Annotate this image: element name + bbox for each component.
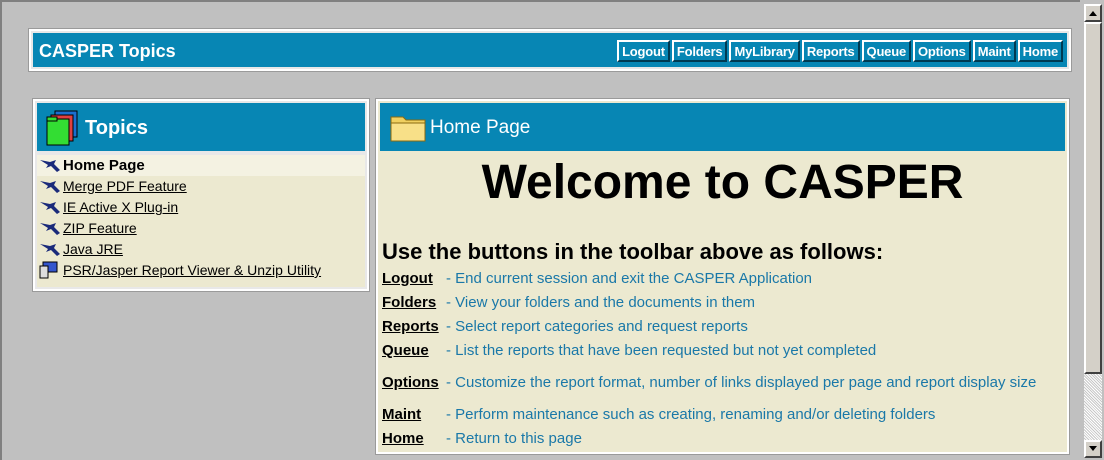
toolbar: Logout Folders MyLibrary Reports Queue O… [617, 40, 1063, 62]
help-desc: - View your folders and the documents in… [446, 293, 756, 311]
help-desc: - Return to this page [446, 429, 582, 447]
topic-label: Home Page [63, 157, 145, 174]
instructions-heading: Use the buttons in the toolbar above as … [382, 239, 884, 264]
help-desc: - List the reports that have been reques… [446, 341, 877, 359]
pushpin-icon [40, 223, 60, 235]
topic-psr-viewer[interactable]: PSR/Jasper Report Viewer & Unzip Utility [37, 260, 365, 281]
pushpin-icon [40, 202, 60, 214]
topics-panel: Topics Home Page Merge PDF Feature IE Ac… [32, 98, 370, 292]
scroll-track[interactable] [1084, 374, 1102, 440]
topic-home-page[interactable]: Home Page [37, 155, 365, 176]
options-button[interactable]: Options [913, 40, 971, 62]
folder-icon [390, 116, 426, 142]
browser-viewport: CASPER Topics Logout Folders MyLibrary R… [0, 0, 1080, 460]
topics-folders-icon [46, 110, 78, 146]
help-row: Logout - End current session and exit th… [382, 266, 1062, 290]
home-button[interactable]: Home [1017, 40, 1063, 62]
psr-viewer-icon [39, 261, 58, 279]
help-row: Queue - List the reports that have been … [382, 338, 1062, 362]
topic-link[interactable]: ZIP Feature [63, 220, 137, 236]
arrow-up-icon [1089, 11, 1097, 16]
queue-button[interactable]: Queue [861, 40, 911, 62]
queue-link[interactable]: Queue [382, 342, 446, 359]
help-row: Options - Customize the report format, n… [382, 362, 1062, 402]
help-desc: - End current session and exit the CASPE… [446, 269, 813, 287]
logout-button[interactable]: Logout [617, 40, 670, 62]
app-title: CASPER Topics [39, 41, 176, 61]
scroll-down-button[interactable] [1084, 440, 1102, 458]
topics-header: Topics [37, 103, 365, 151]
topic-link[interactable]: Java JRE [63, 241, 123, 257]
pushpin-icon [40, 160, 60, 172]
reports-button[interactable]: Reports [801, 40, 860, 62]
button-help-list: Logout - End current session and exit th… [382, 266, 1062, 450]
help-row: Maint - Perform maintenance such as crea… [382, 402, 1062, 426]
topic-merge-pdf[interactable]: Merge PDF Feature [37, 176, 365, 197]
folders-button[interactable]: Folders [671, 40, 728, 62]
scroll-thumb[interactable] [1084, 22, 1102, 374]
maint-link[interactable]: Maint [382, 406, 446, 423]
topic-link[interactable]: IE Active X Plug-in [63, 199, 178, 215]
header-bar: CASPER Topics Logout Folders MyLibrary R… [28, 28, 1072, 72]
reports-link[interactable]: Reports [382, 318, 446, 335]
topic-java[interactable]: Java JRE [37, 239, 365, 260]
home-link[interactable]: Home [382, 430, 446, 447]
pushpin-icon [40, 181, 60, 193]
maint-button[interactable]: Maint [972, 40, 1016, 62]
help-row: Home - Return to this page [382, 426, 1062, 450]
scroll-up-button[interactable] [1084, 4, 1102, 22]
topics-title: Topics [85, 117, 148, 139]
topic-zip[interactable]: ZIP Feature [37, 218, 365, 239]
help-row: Folders - View your folders and the docu… [382, 290, 1062, 314]
welcome-heading: Welcome to CASPER [481, 156, 964, 209]
main-header: Home Page [380, 103, 1065, 151]
topic-link[interactable]: Merge PDF Feature [63, 178, 187, 194]
help-desc: - Perform maintenance such as creating, … [446, 405, 936, 423]
logout-link[interactable]: Logout [382, 270, 446, 287]
topic-link[interactable]: PSR/Jasper Report Viewer & Unzip Utility [63, 262, 321, 278]
folders-link[interactable]: Folders [382, 294, 446, 311]
mylibrary-button[interactable]: MyLibrary [729, 40, 800, 62]
help-desc: - Customize the report format, number of… [446, 373, 1037, 391]
main-title: Home Page [430, 117, 531, 138]
topic-activex[interactable]: IE Active X Plug-in [37, 197, 365, 218]
main-panel: Home Page Welcome to CASPER Use the butt… [375, 98, 1070, 455]
options-link[interactable]: Options [382, 374, 446, 391]
help-desc: - Select report categories and request r… [446, 317, 748, 335]
vertical-scrollbar[interactable] [1084, 4, 1102, 458]
topics-list: Home Page Merge PDF Feature IE Active X … [37, 155, 365, 287]
pushpin-icon [40, 244, 60, 256]
help-row: Reports - Select report categories and r… [382, 314, 1062, 338]
arrow-down-icon [1089, 446, 1097, 451]
